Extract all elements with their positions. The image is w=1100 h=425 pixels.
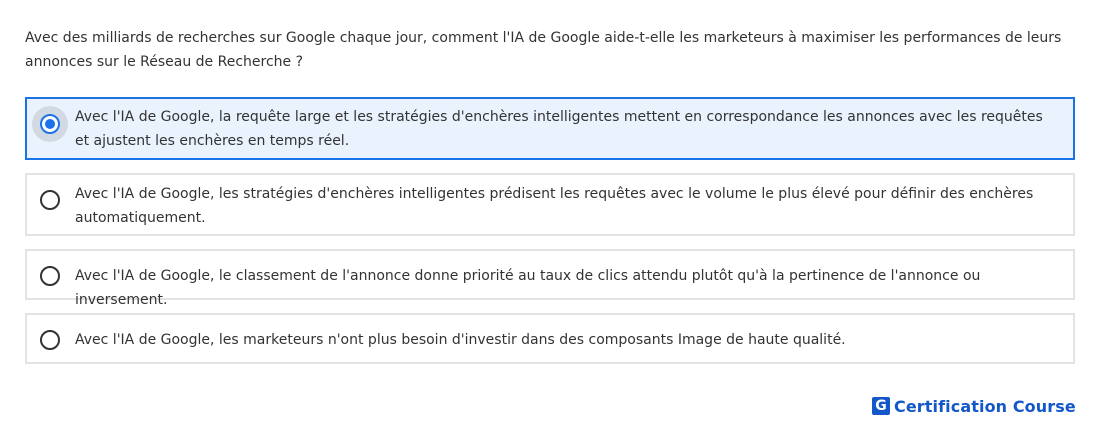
answer-option-1-label: Avec l'IA de Google, la requête large et… [75, 109, 1043, 149]
brand-watermark: G Certification Course [872, 396, 1076, 416]
quiz-page: Avec des milliards de recherches sur Goo… [0, 0, 1100, 425]
radio-highlight [32, 322, 68, 358]
radio-highlight [32, 182, 68, 218]
answer-option-1[interactable]: Avec l'IA de Google, la requête large et… [25, 97, 1075, 160]
answer-option-4-label: Avec l'IA de Google, les marketeurs n'on… [75, 332, 846, 348]
radio-button-4[interactable] [40, 330, 60, 350]
radio-highlight [32, 258, 68, 294]
brand-logo-icon: G [872, 397, 890, 415]
radio-button-1[interactable] [40, 114, 60, 134]
radio-selected-dot [45, 119, 55, 129]
answer-option-3-label: Avec l'IA de Google, le classement de l'… [75, 268, 981, 308]
radio-highlight [32, 106, 68, 142]
answer-option-2-label: Avec l'IA de Google, les stratégies d'en… [75, 186, 1034, 226]
radio-button-2[interactable] [40, 190, 60, 210]
answer-option-2[interactable]: Avec l'IA de Google, les stratégies d'en… [25, 173, 1075, 236]
answer-option-3[interactable]: Avec l'IA de Google, le classement de l'… [25, 249, 1075, 308]
answer-option-4[interactable]: Avec l'IA de Google, les marketeurs n'on… [25, 313, 1075, 364]
radio-button-3[interactable] [40, 266, 60, 286]
brand-name: Certification Course [894, 396, 1076, 416]
question-text: Avec des milliards de recherches sur Goo… [25, 30, 1062, 70]
